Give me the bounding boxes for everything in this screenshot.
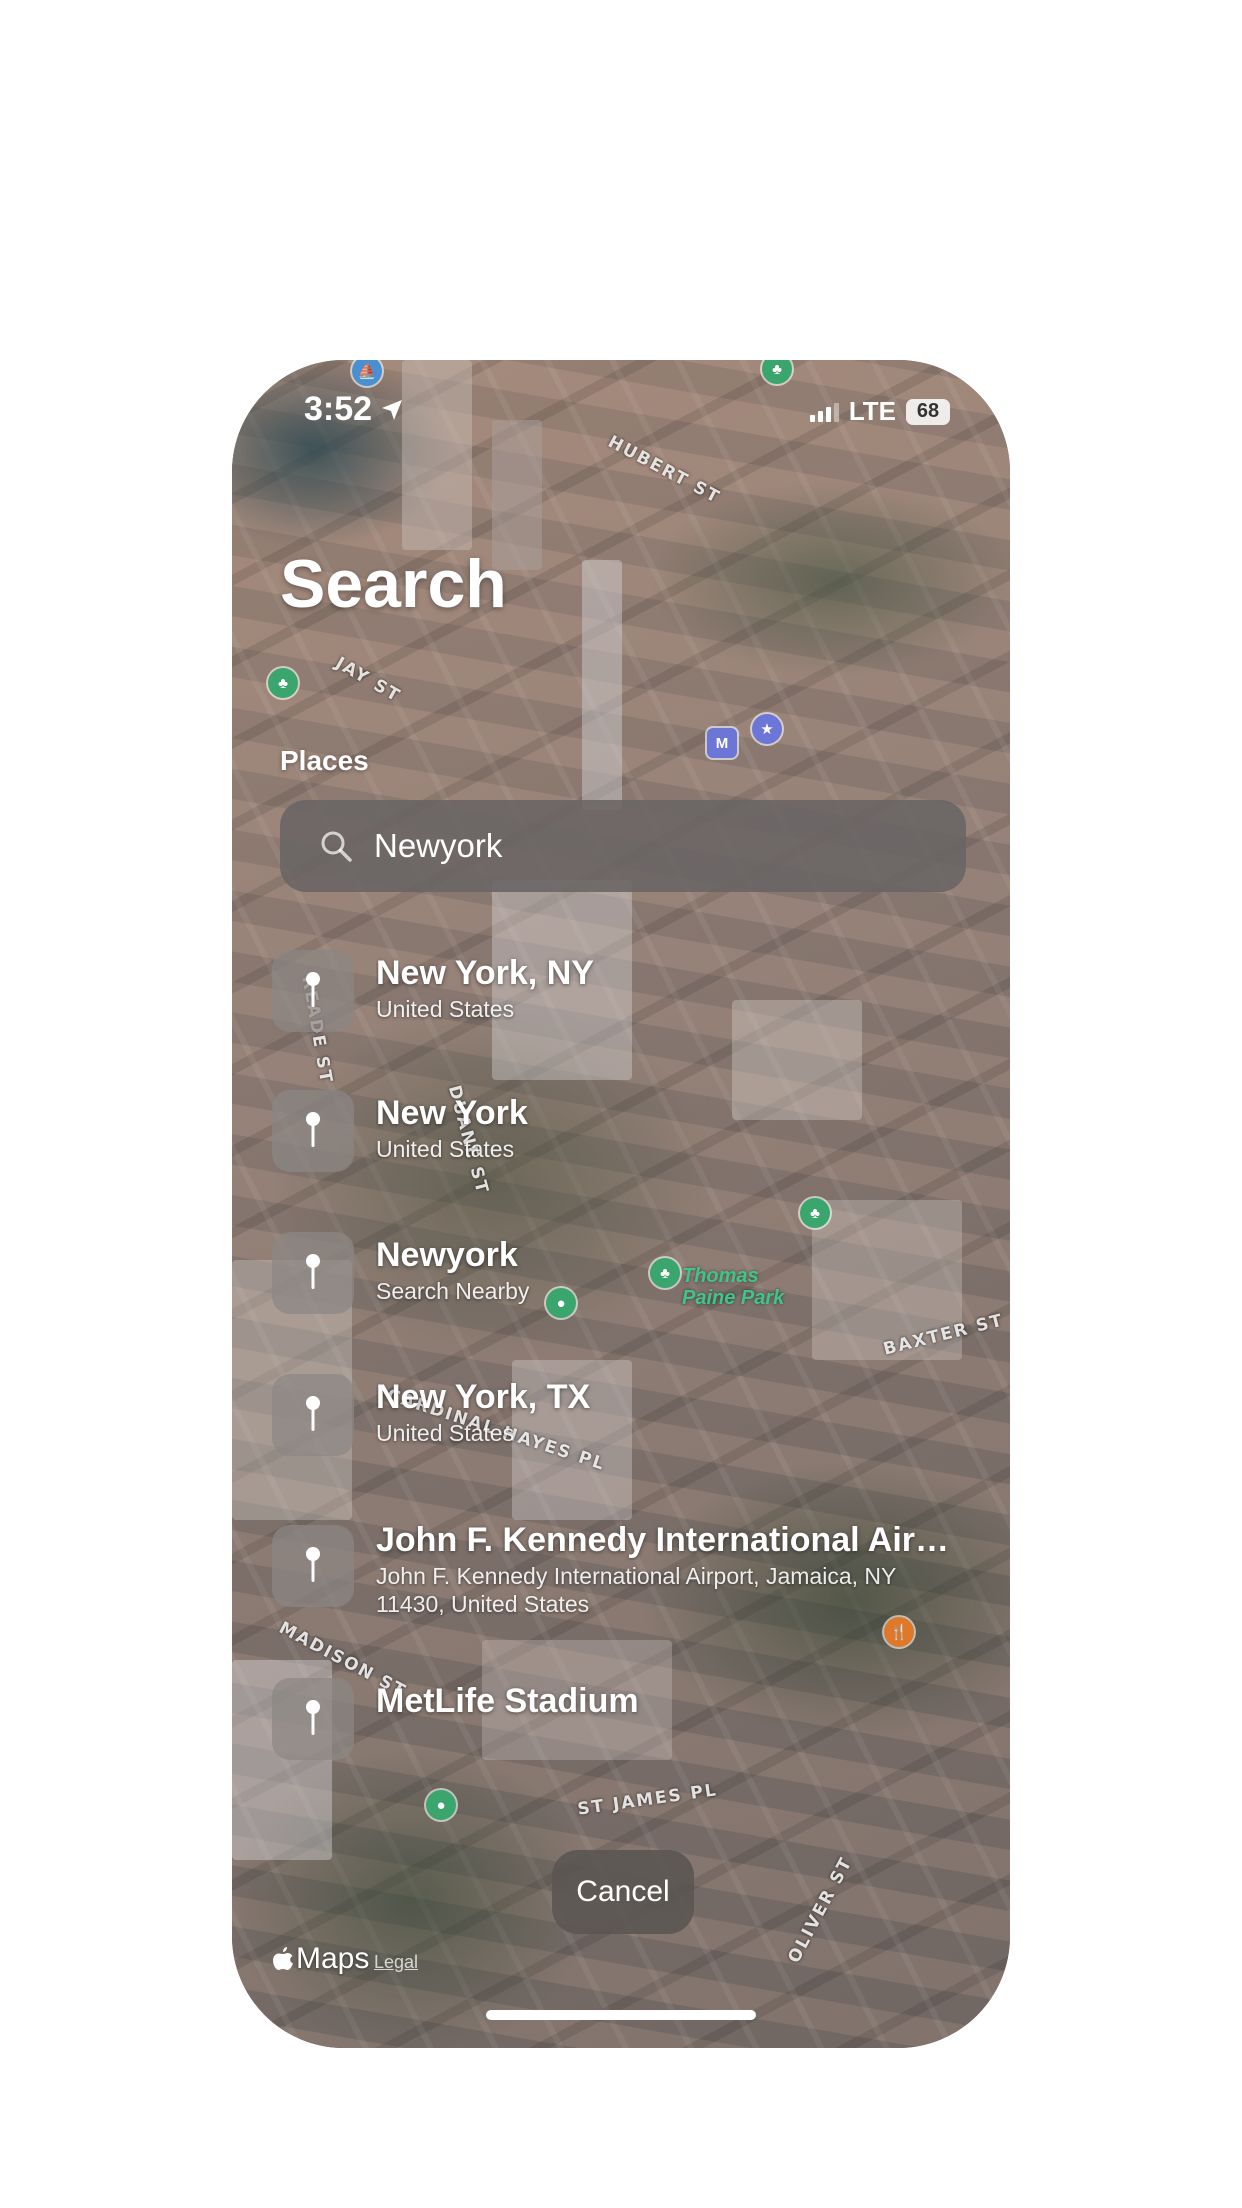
street-label-oliver: OLIVER ST — [784, 1853, 857, 1967]
map-pin-icon — [272, 1678, 354, 1760]
result-subtitle: United States — [376, 996, 515, 1022]
result-subtitle: United States — [376, 1136, 515, 1162]
cancel-button[interactable]: Cancel — [552, 1850, 694, 1934]
map-pin-icon — [272, 1090, 354, 1172]
ferry-poi-icon[interactable]: ⛵ — [352, 360, 382, 386]
search-result-item[interactable]: New York, TX United States — [272, 1374, 992, 1456]
search-result-item[interactable]: MetLife Stadium — [272, 1678, 992, 1760]
park-poi-icon[interactable]: ● — [426, 1790, 456, 1820]
map-pin-icon — [272, 1525, 354, 1607]
result-title: New York, TX — [376, 1378, 591, 1416]
search-result-item[interactable]: New York United States — [272, 1090, 992, 1172]
map-pin-icon — [272, 1374, 354, 1456]
network-label: LTE — [848, 396, 896, 426]
maps-attribution: Maps — [272, 1942, 369, 1976]
park-poi-icon[interactable]: ♣ — [800, 1198, 830, 1228]
result-text: New York, TX United States — [376, 1378, 956, 1447]
apple-logo-icon — [273, 1947, 293, 1970]
result-text: New York United States — [376, 1094, 956, 1163]
search-result-item[interactable]: New York, NY United States — [272, 950, 992, 1032]
page-title: Search — [280, 546, 507, 622]
home-indicator[interactable] — [486, 2010, 756, 2020]
result-title: New York, NY — [376, 954, 594, 992]
result-title: John F. Kennedy International Airp... — [376, 1521, 956, 1559]
result-text: New York, NY United States — [376, 954, 956, 1023]
status-bar: 3:52 LTE 68 — [232, 390, 1010, 440]
cellular-signal-icon — [809, 402, 839, 422]
park-poi-icon[interactable]: ♣ — [268, 668, 298, 698]
result-title: Newyork — [376, 1236, 518, 1274]
result-title: MetLife Stadium — [376, 1682, 639, 1720]
metro-station-icon[interactable]: M — [707, 728, 737, 758]
time-text: 3:52 — [304, 390, 373, 428]
park-poi-icon[interactable]: ♣ — [762, 360, 792, 384]
status-time: 3:52 — [304, 390, 404, 429]
phone-screen: HUBERT ST JAY ST READE ST DUANE ST BAXTE… — [232, 360, 1010, 2048]
search-input[interactable] — [372, 826, 936, 866]
result-text: MetLife Stadium — [376, 1682, 956, 1723]
status-indicators: LTE 68 — [809, 396, 950, 427]
result-subtitle: Search Nearby — [376, 1278, 530, 1304]
maps-brand-label: Maps — [296, 1942, 370, 1975]
result-text: Newyork Search Nearby — [376, 1236, 956, 1305]
street-label-jay: JAY ST — [331, 653, 405, 707]
search-result-item[interactable]: Newyork Search Nearby — [272, 1232, 992, 1314]
magnifying-glass-icon — [321, 831, 352, 862]
restaurant-poi-icon[interactable]: 🍴 — [884, 1617, 914, 1647]
landmark-star-icon[interactable]: ★ — [752, 714, 782, 744]
legal-link[interactable]: Legal — [374, 1952, 418, 1973]
search-result-item[interactable]: John F. Kennedy International Airp... Jo… — [272, 1517, 992, 1618]
location-arrow-icon — [382, 399, 403, 420]
result-subtitle: United States — [376, 1420, 515, 1446]
street-label-hubert: HUBERT ST — [604, 431, 724, 509]
section-label-places: Places — [280, 745, 369, 776]
result-subtitle: John F. Kennedy International Airport, J… — [376, 1563, 896, 1617]
battery-icon: 68 — [906, 398, 950, 425]
map-pin-icon — [272, 950, 354, 1032]
battery-level: 68 — [916, 400, 940, 422]
search-bar[interactable] — [280, 800, 966, 892]
result-title: New York — [376, 1094, 528, 1132]
result-text: John F. Kennedy International Airp... Jo… — [376, 1521, 956, 1618]
street-label-st-james: ST JAMES PL — [576, 1780, 719, 1820]
map-pin-icon — [272, 1232, 354, 1314]
